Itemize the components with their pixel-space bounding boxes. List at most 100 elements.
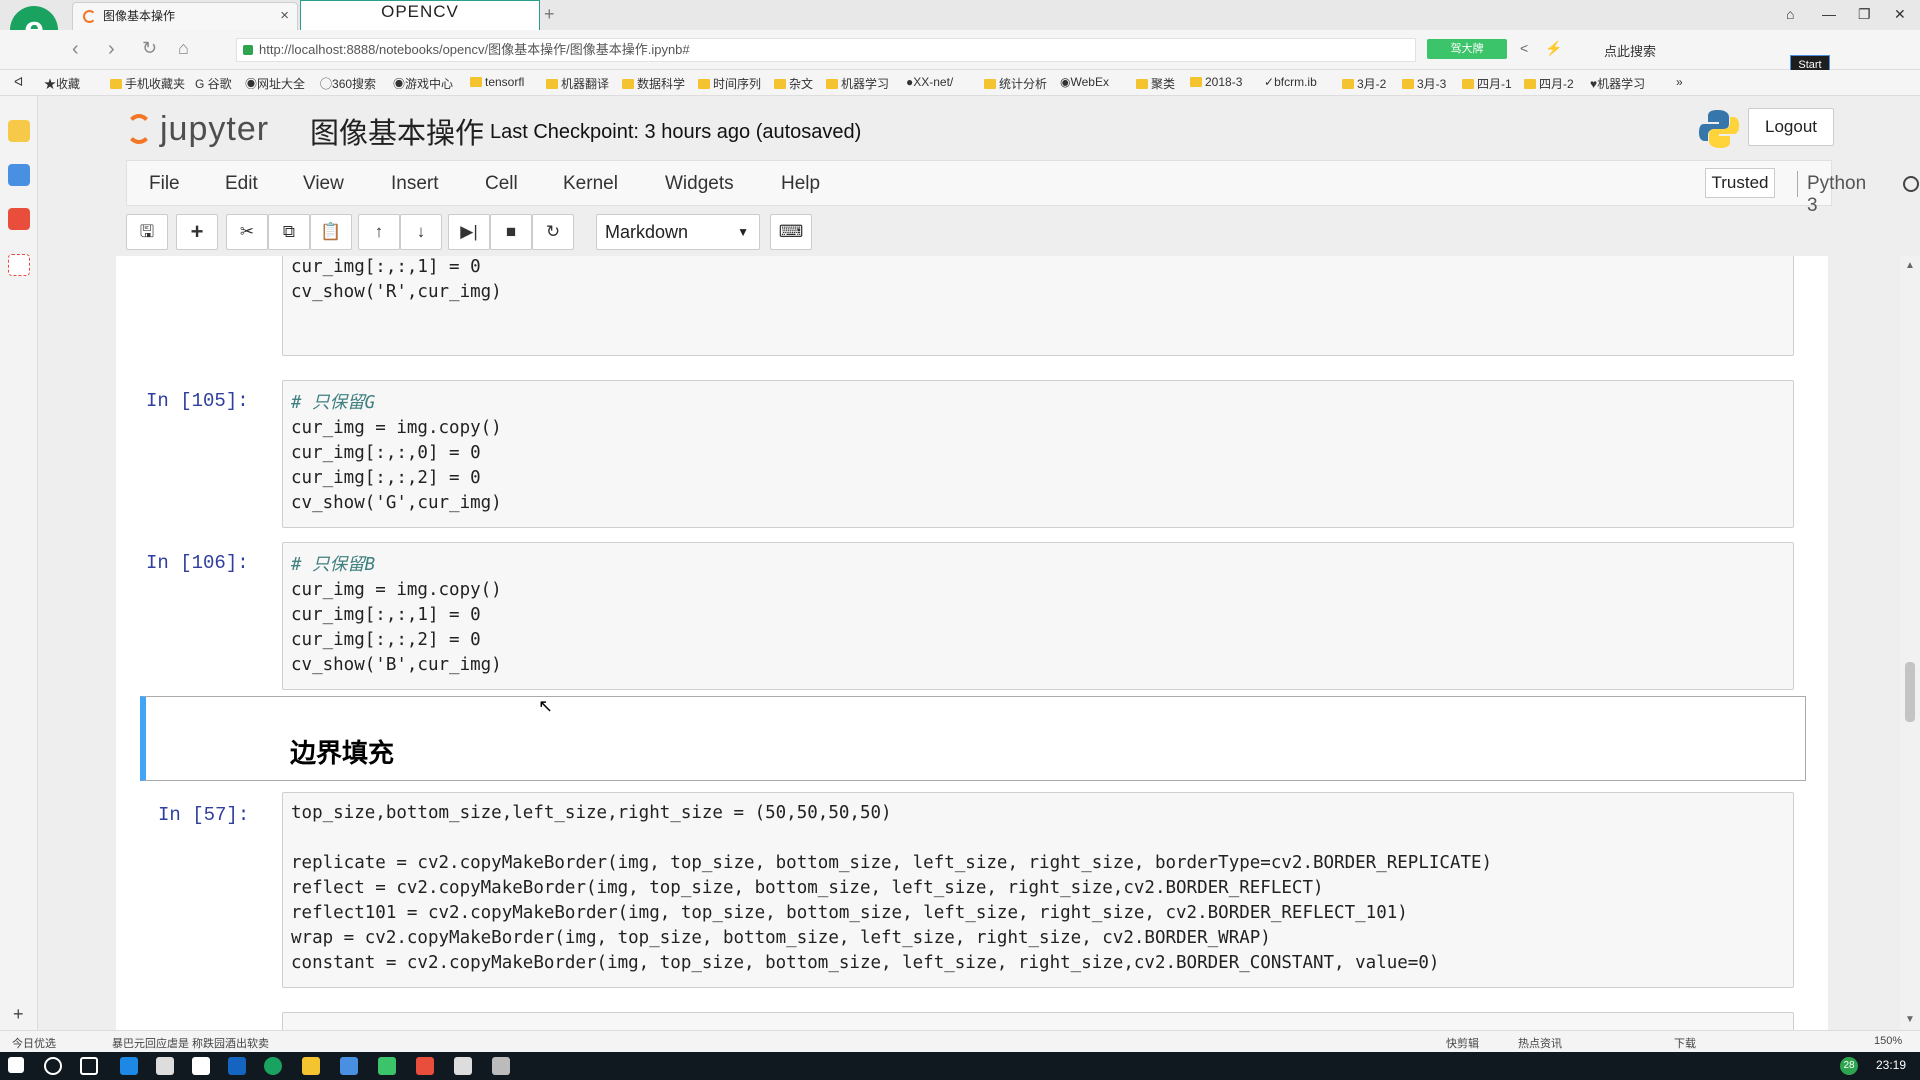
status-item-1[interactable]: 热点资讯	[1518, 1035, 1562, 1051]
scroll-down-icon[interactable]: ▼	[1905, 1014, 1915, 1025]
bookmark-0[interactable]: ★收藏	[44, 75, 80, 92]
windows-start-icon[interactable]	[8, 1057, 24, 1073]
bookmark-16[interactable]: 2018-3	[1190, 75, 1242, 89]
url-input[interactable]: http://localhost:8888/notebooks/opencv/图…	[236, 38, 1416, 62]
tab-notebook[interactable]: 图像基本操作 ×	[72, 2, 298, 30]
lightning-icon[interactable]: ⚡	[1545, 40, 1562, 57]
bookmark-4[interactable]: ◯360搜索	[320, 75, 376, 92]
search-icon[interactable]	[44, 1057, 62, 1075]
app-icon[interactable]	[492, 1057, 510, 1075]
menu-file[interactable]: File	[149, 173, 180, 195]
task-view-icon[interactable]	[80, 1057, 98, 1075]
menu-insert[interactable]: Insert	[391, 173, 439, 195]
scroll-thumb[interactable]	[1905, 662, 1915, 722]
bookmark-6[interactable]: tensorfl	[470, 75, 524, 89]
kernel-name[interactable]: Python 3	[1807, 173, 1866, 217]
vscode-icon[interactable]	[228, 1057, 246, 1075]
markdown-cell-selected[interactable]: 边界填充	[140, 696, 1806, 781]
bookmark-3[interactable]: ◉网址大全	[245, 75, 305, 92]
app-icon[interactable]	[378, 1057, 396, 1075]
restart-icon[interactable]: ↻	[532, 214, 574, 250]
bookmark-22[interactable]: ♥机器学习	[1590, 75, 1645, 92]
jupyter-logo[interactable]: jupyter	[126, 110, 269, 149]
keyboard-icon[interactable]: ⌨	[770, 214, 812, 250]
clock[interactable]: 23:19	[1876, 1058, 1906, 1072]
app-icon[interactable]	[416, 1057, 434, 1075]
stop-icon[interactable]: ■	[490, 214, 532, 250]
maximize-icon[interactable]: ❐	[1858, 6, 1871, 23]
mail-icon[interactable]	[8, 254, 30, 276]
code-editor[interactable]: cur_img[:,:,1] = 0 cv_show('R',cur_img)	[282, 256, 1794, 356]
notebook-container[interactable]: cur_img[:,:,1] = 0 cv_show('R',cur_img) …	[116, 256, 1828, 1030]
promo-chip[interactable]: 驾大牌	[1427, 39, 1507, 59]
cell-type-select[interactable]: Markdown ▼	[596, 214, 760, 250]
scroll-up-icon[interactable]: ▲	[1905, 260, 1915, 271]
trusted-button[interactable]: Trusted	[1705, 168, 1775, 198]
forward-icon[interactable]: ›	[108, 38, 115, 61]
back-icon[interactable]: ‹	[72, 38, 79, 61]
bookmark-14[interactable]: ◉WebEx	[1060, 75, 1109, 89]
bookmark-12[interactable]: ●XX-net/	[906, 75, 953, 89]
weibo-icon[interactable]	[8, 208, 30, 230]
bookmark-20[interactable]: 四月-1	[1462, 75, 1512, 92]
reload-icon[interactable]: ↻	[142, 38, 157, 59]
bookmark-2[interactable]: G 谷歌	[195, 75, 232, 92]
bookmark-8[interactable]: 数据科学	[622, 75, 685, 92]
menu-kernel[interactable]: Kernel	[563, 173, 618, 195]
menu-cell[interactable]: Cell	[485, 173, 518, 195]
copy-icon[interactable]: ⧉	[268, 214, 310, 250]
code-editor[interactable]: # 只保留G cur_img = img.copy() cur_img[:,:,…	[282, 380, 1794, 528]
bookmark-18[interactable]: 3月-2	[1342, 75, 1386, 92]
status-item-0[interactable]: 快剪辑	[1446, 1035, 1479, 1051]
edge-icon[interactable]	[120, 1057, 138, 1075]
photos-icon[interactable]	[454, 1057, 472, 1075]
menu-help[interactable]: Help	[781, 173, 820, 195]
status-news[interactable]: 暴巴元回应虐是 称跌园酒出软卖	[112, 1035, 269, 1051]
mail-taskbar-icon[interactable]	[192, 1057, 210, 1075]
notes-icon[interactable]	[8, 164, 30, 186]
bookmark-13[interactable]: 统计分析	[984, 75, 1047, 92]
status-item-2[interactable]: 下载	[1674, 1035, 1696, 1051]
share-icon[interactable]: <	[1520, 40, 1528, 56]
bookmark-15[interactable]: 聚类	[1136, 75, 1175, 92]
bookmarks-more-icon[interactable]: »	[1676, 75, 1683, 89]
code-editor[interactable]: top_size,bottom_size,left_size,right_siz…	[282, 792, 1794, 988]
home-icon[interactable]: ⌂	[178, 38, 189, 59]
tray-badge[interactable]: 28	[1840, 1057, 1858, 1075]
bookmark-17[interactable]: ✓bfcrm.ib	[1264, 75, 1317, 89]
bookmark-11[interactable]: 机器学习	[826, 75, 889, 92]
bookmark-1[interactable]: 手机收藏夹	[110, 75, 185, 92]
move-down-icon[interactable]: ↓	[400, 214, 442, 250]
minimize-icon[interactable]: —	[1822, 6, 1836, 22]
logout-button[interactable]: Logout	[1748, 108, 1834, 146]
bookmark-19[interactable]: 3月-3	[1402, 75, 1446, 92]
insert-cell-icon[interactable]: +	[176, 214, 218, 250]
paste-icon[interactable]: 📋	[310, 214, 352, 250]
bookmark-7[interactable]: 机器翻译	[546, 75, 609, 92]
menu-widgets[interactable]: Widgets	[665, 173, 734, 195]
bookmark-10[interactable]: 杂文	[774, 75, 813, 92]
status-left-label[interactable]: 今日优选	[12, 1035, 56, 1051]
page-scrollbar[interactable]: ▲ ▼	[1900, 256, 1920, 1030]
code-editor[interactable]: # 只保留B cur_img = img.copy() cur_img[:,:,…	[282, 542, 1794, 690]
run-icon[interactable]: ▶|	[448, 214, 490, 250]
sidebar-add-icon[interactable]: +	[13, 1004, 24, 1025]
browser-taskbar-icon[interactable]	[264, 1057, 282, 1075]
zoom-level[interactable]: 150%	[1874, 1035, 1902, 1047]
search-hint[interactable]: 点此搜索	[1604, 41, 1656, 60]
save-icon[interactable]: 🖫	[126, 214, 168, 250]
store-icon[interactable]	[156, 1057, 174, 1075]
cut-icon[interactable]: ✂	[226, 214, 268, 250]
bookmark-21[interactable]: 四月-2	[1524, 75, 1574, 92]
menu-edit[interactable]: Edit	[225, 173, 258, 195]
bookmark-5[interactable]: ◉游戏中心	[393, 75, 453, 92]
app-icon[interactable]	[340, 1057, 358, 1075]
explorer-icon[interactable]	[302, 1057, 320, 1075]
tab-close-icon[interactable]: ×	[280, 3, 289, 29]
pin-icon[interactable]: ⌂	[1786, 6, 1794, 22]
notebook-title[interactable]: 图像基本操作	[310, 110, 484, 152]
close-window-icon[interactable]: ✕	[1894, 6, 1906, 23]
menu-view[interactable]: View	[303, 173, 344, 195]
favorites-icon[interactable]	[8, 120, 30, 142]
new-tab-icon[interactable]: +	[544, 4, 555, 25]
